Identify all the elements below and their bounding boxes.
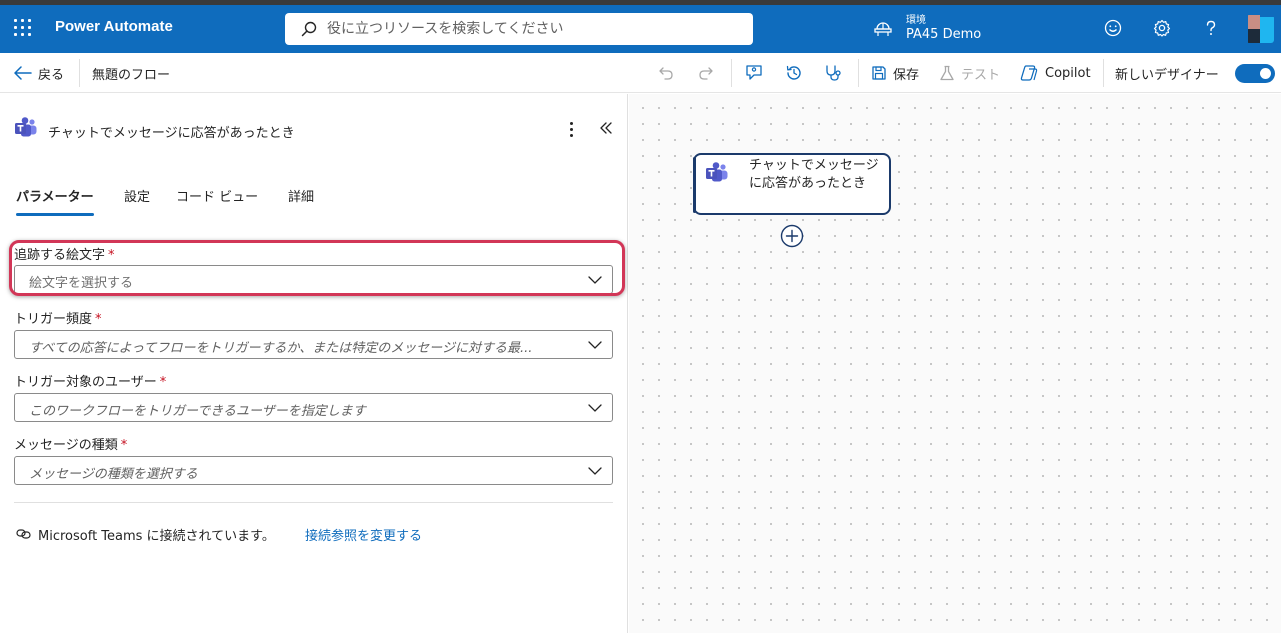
tab-details[interactable]: 詳細 bbox=[288, 186, 314, 205]
trigger-frequency-placeholder: すべての応答によってフローをトリガーするか、または特定のメッセージに対する最..… bbox=[29, 341, 533, 356]
save-label: 保存 bbox=[893, 67, 920, 83]
redo-icon bbox=[699, 67, 713, 80]
search-icon bbox=[301, 21, 317, 37]
app-launcher-icon[interactable] bbox=[14, 19, 32, 37]
comments-button[interactable] bbox=[745, 53, 763, 93]
environment-label: 環境 bbox=[906, 15, 926, 26]
message-type-label: メッセージの種類 * bbox=[14, 438, 128, 453]
tab-code-view[interactable]: コード ビュー bbox=[176, 186, 258, 205]
chevron-down-icon bbox=[588, 341, 602, 349]
teams-icon bbox=[706, 162, 728, 182]
trigger-node-title: チャットでメッセージに応答があったとき bbox=[749, 158, 879, 191]
test-label: テスト bbox=[961, 67, 1001, 83]
flow-checker-button[interactable] bbox=[824, 53, 842, 93]
copilot-label: Copilot bbox=[1045, 65, 1091, 81]
settings-gear-icon[interactable] bbox=[1152, 18, 1174, 40]
tab-parameters[interactable]: パラメーター bbox=[16, 186, 94, 216]
message-type-dropdown[interactable]: メッセージの種類を選択する bbox=[14, 456, 613, 485]
copilot-icon bbox=[1020, 65, 1038, 81]
environment-name: PA45 Demo bbox=[906, 27, 982, 42]
redo-button[interactable] bbox=[697, 53, 715, 93]
trigger-frequency-label: トリガー頻度 * bbox=[14, 312, 102, 327]
link-icon bbox=[16, 529, 31, 539]
save-button[interactable]: 保存 bbox=[871, 53, 919, 93]
tab-settings[interactable]: 設定 bbox=[124, 186, 150, 205]
flow-name[interactable]: 無題のフロー bbox=[92, 53, 170, 93]
back-label: 戻る bbox=[38, 67, 65, 83]
trigger-users-placeholder: このワークフローをトリガーできるユーザーを指定します bbox=[29, 404, 366, 419]
feedback-smiley-icon[interactable] bbox=[1103, 18, 1125, 40]
search-box[interactable] bbox=[285, 13, 753, 45]
command-bar: 戻る 無題のフロー 保存 テスト Copilot 新しいデザイナー bbox=[0, 53, 1281, 93]
version-history-button[interactable] bbox=[785, 53, 803, 93]
environment-icon bbox=[874, 22, 892, 36]
back-button[interactable]: 戻る bbox=[14, 53, 64, 93]
top-bar: Power Automate 環境 PA45 Demo bbox=[0, 0, 1281, 53]
trigger-node[interactable]: チャットでメッセージに応答があったとき bbox=[693, 153, 891, 215]
stethoscope-icon bbox=[826, 65, 841, 81]
copilot-button[interactable]: Copilot bbox=[1019, 53, 1091, 93]
add-step-plus-icon[interactable] bbox=[780, 224, 804, 248]
panel-title: チャットでメッセージに応答があったとき bbox=[48, 126, 295, 141]
history-icon bbox=[786, 65, 801, 80]
trigger-users-dropdown[interactable]: このワークフローをトリガーできるユーザーを指定します bbox=[14, 393, 613, 422]
user-avatar[interactable] bbox=[1246, 15, 1274, 43]
search-input[interactable] bbox=[327, 13, 737, 45]
undo-button[interactable] bbox=[657, 53, 675, 93]
app-name[interactable]: Power Automate bbox=[55, 18, 173, 35]
collapse-panel-icon[interactable] bbox=[598, 120, 614, 136]
change-connection-link[interactable]: 接続参照を変更する bbox=[305, 525, 422, 544]
connection-text: Microsoft Teams に接続されています。 bbox=[38, 529, 275, 544]
trigger-properties-panel: チャットでメッセージに応答があったとき パラメーター 設定 コード ビュー 詳細… bbox=[0, 94, 628, 633]
save-icon bbox=[872, 66, 886, 80]
help-icon[interactable] bbox=[1201, 18, 1223, 40]
comment-person-icon bbox=[746, 65, 762, 80]
beaker-icon bbox=[940, 65, 954, 81]
teams-icon bbox=[15, 117, 37, 137]
more-options-icon[interactable] bbox=[564, 120, 580, 140]
new-designer-toggle[interactable] bbox=[1235, 64, 1275, 83]
flow-canvas[interactable]: チャットでメッセージに応答があったとき bbox=[629, 94, 1281, 633]
undo-icon bbox=[659, 67, 673, 80]
highlight-annotation bbox=[9, 240, 625, 296]
message-type-placeholder: メッセージの種類を選択する bbox=[29, 467, 198, 482]
chevron-down-icon bbox=[588, 467, 602, 475]
chevron-down-icon bbox=[588, 404, 602, 412]
divider bbox=[14, 502, 613, 503]
new-designer-label: 新しいデザイナー bbox=[1115, 67, 1219, 83]
test-button[interactable]: テスト bbox=[939, 53, 1000, 93]
arrow-left-icon bbox=[14, 66, 32, 80]
trigger-frequency-dropdown[interactable]: すべての応答によってフローをトリガーするか、または特定のメッセージに対する最..… bbox=[14, 330, 613, 359]
trigger-users-label: トリガー対象のユーザー * bbox=[14, 375, 167, 390]
